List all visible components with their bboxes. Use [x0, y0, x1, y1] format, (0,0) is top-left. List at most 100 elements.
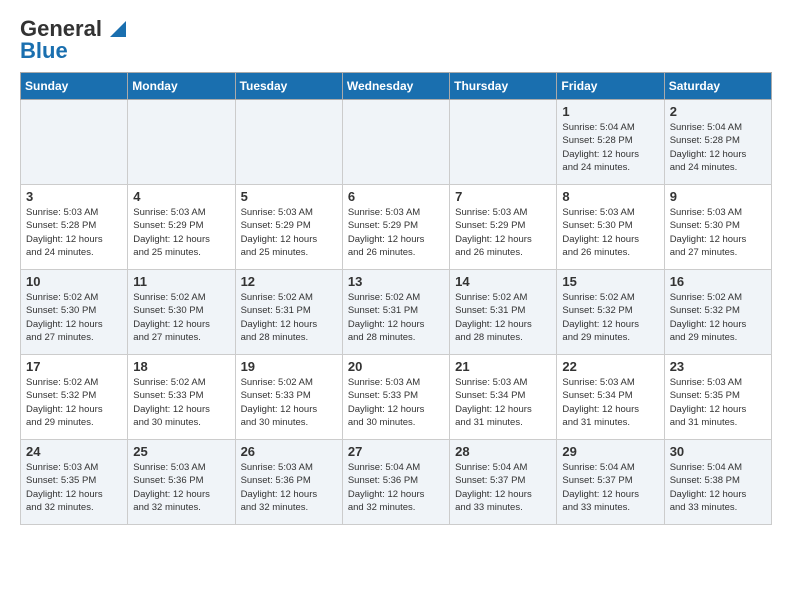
weekday-header-friday: Friday [557, 73, 664, 100]
calendar-cell: 23 Sunrise: 5:03 AMSunset: 5:35 PMDayligh… [664, 355, 771, 440]
day-info: Sunrise: 5:04 AMSunset: 5:28 PMDaylight:… [670, 121, 767, 174]
day-number: 12 [241, 274, 338, 289]
day-number: 24 [26, 444, 123, 459]
day-info: Sunrise: 5:02 AMSunset: 5:30 PMDaylight:… [26, 291, 123, 344]
day-number: 15 [562, 274, 659, 289]
calendar-cell: 12 Sunrise: 5:02 AMSunset: 5:31 PMDayligh… [235, 270, 342, 355]
calendar-cell: 5 Sunrise: 5:03 AMSunset: 5:29 PMDaylight… [235, 185, 342, 270]
weekday-header-tuesday: Tuesday [235, 73, 342, 100]
day-number: 28 [455, 444, 552, 459]
calendar-body: 1Sunrise: 5:04 AMSunset: 5:28 PMDaylight… [21, 100, 772, 525]
calendar-cell [450, 100, 557, 185]
calendar-week-row: 17 Sunrise: 5:02 AMSunset: 5:32 PMDayligh… [21, 355, 772, 440]
calendar-cell: 13 Sunrise: 5:02 AMSunset: 5:31 PMDayligh… [342, 270, 449, 355]
day-info: Sunrise: 5:02 AMSunset: 5:33 PMDaylight:… [241, 376, 338, 429]
day-info: Sunrise: 5:03 AMSunset: 5:35 PMDaylight:… [670, 376, 767, 429]
weekday-header-thursday: Thursday [450, 73, 557, 100]
calendar-cell: 10 Sunrise: 5:02 AMSunset: 5:30 PMDayligh… [21, 270, 128, 355]
day-number: 20 [348, 359, 445, 374]
day-info: Sunrise: 5:03 AMSunset: 5:30 PMDaylight:… [562, 206, 659, 259]
day-number: 18 [133, 359, 230, 374]
calendar-cell: 20 Sunrise: 5:03 AMSunset: 5:33 PMDayligh… [342, 355, 449, 440]
day-info: Sunrise: 5:02 AMSunset: 5:30 PMDaylight:… [133, 291, 230, 344]
day-number: 4 [133, 189, 230, 204]
weekday-header-wednesday: Wednesday [342, 73, 449, 100]
day-number: 27 [348, 444, 445, 459]
day-number: 29 [562, 444, 659, 459]
day-number: 17 [26, 359, 123, 374]
day-info: Sunrise: 5:02 AMSunset: 5:31 PMDaylight:… [241, 291, 338, 344]
calendar-cell: 26 Sunrise: 5:03 AMSunset: 5:36 PMDayligh… [235, 440, 342, 525]
day-number: 13 [348, 274, 445, 289]
calendar-cell: 16 Sunrise: 5:02 AMSunset: 5:32 PMDayligh… [664, 270, 771, 355]
calendar-cell: 27 Sunrise: 5:04 AMSunset: 5:36 PMDayligh… [342, 440, 449, 525]
calendar-cell: 15Sunrise: 5:02 AMSunset: 5:32 PMDayligh… [557, 270, 664, 355]
day-number: 23 [670, 359, 767, 374]
day-number: 22 [562, 359, 659, 374]
day-info: Sunrise: 5:04 AMSunset: 5:28 PMDaylight:… [562, 121, 659, 174]
calendar-cell: 8 Sunrise: 5:03 AMSunset: 5:30 PMDaylight… [557, 185, 664, 270]
calendar-cell: 29Sunrise: 5:04 AMSunset: 5:37 PMDayligh… [557, 440, 664, 525]
day-number: 16 [670, 274, 767, 289]
calendar-cell: 2 Sunrise: 5:04 AMSunset: 5:28 PMDaylight… [664, 100, 771, 185]
calendar-cell: 30 Sunrise: 5:04 AMSunset: 5:38 PMDayligh… [664, 440, 771, 525]
day-number: 21 [455, 359, 552, 374]
calendar-week-row: 1Sunrise: 5:04 AMSunset: 5:28 PMDaylight… [21, 100, 772, 185]
logo: General Blue [20, 16, 126, 64]
page: General Blue SundayMondayTuesdayWednesda… [0, 0, 792, 541]
calendar-cell: 28 Sunrise: 5:04 AMSunset: 5:37 PMDayligh… [450, 440, 557, 525]
day-number: 7 [455, 189, 552, 204]
day-info: Sunrise: 5:03 AMSunset: 5:29 PMDaylight:… [455, 206, 552, 259]
day-info: Sunrise: 5:03 AMSunset: 5:34 PMDaylight:… [455, 376, 552, 429]
calendar-cell: 6Sunrise: 5:03 AMSunset: 5:29 PMDaylight… [342, 185, 449, 270]
calendar-cell: 21 Sunrise: 5:03 AMSunset: 5:34 PMDayligh… [450, 355, 557, 440]
day-info: Sunrise: 5:04 AMSunset: 5:38 PMDaylight:… [670, 461, 767, 514]
weekday-header-monday: Monday [128, 73, 235, 100]
calendar-cell [128, 100, 235, 185]
day-number: 14 [455, 274, 552, 289]
calendar-cell [342, 100, 449, 185]
weekday-header-saturday: Saturday [664, 73, 771, 100]
calendar-cell: 11 Sunrise: 5:02 AMSunset: 5:30 PMDayligh… [128, 270, 235, 355]
day-number: 11 [133, 274, 230, 289]
day-info: Sunrise: 5:02 AMSunset: 5:32 PMDaylight:… [670, 291, 767, 344]
day-info: Sunrise: 5:03 AMSunset: 5:33 PMDaylight:… [348, 376, 445, 429]
day-number: 2 [670, 104, 767, 119]
day-info: Sunrise: 5:03 AMSunset: 5:36 PMDaylight:… [133, 461, 230, 514]
day-number: 3 [26, 189, 123, 204]
calendar-cell [235, 100, 342, 185]
day-info: Sunrise: 5:02 AMSunset: 5:31 PMDaylight:… [455, 291, 552, 344]
day-info: Sunrise: 5:03 AMSunset: 5:36 PMDaylight:… [241, 461, 338, 514]
day-number: 5 [241, 189, 338, 204]
calendar-cell: 14 Sunrise: 5:02 AMSunset: 5:31 PMDayligh… [450, 270, 557, 355]
weekday-header-sunday: Sunday [21, 73, 128, 100]
calendar-cell: 4 Sunrise: 5:03 AMSunset: 5:29 PMDaylight… [128, 185, 235, 270]
day-number: 10 [26, 274, 123, 289]
day-info: Sunrise: 5:02 AMSunset: 5:31 PMDaylight:… [348, 291, 445, 344]
calendar-cell: 9 Sunrise: 5:03 AMSunset: 5:30 PMDaylight… [664, 185, 771, 270]
calendar-cell: 7 Sunrise: 5:03 AMSunset: 5:29 PMDaylight… [450, 185, 557, 270]
calendar-week-row: 24 Sunrise: 5:03 AMSunset: 5:35 PMDayligh… [21, 440, 772, 525]
calendar-cell: 17 Sunrise: 5:02 AMSunset: 5:32 PMDayligh… [21, 355, 128, 440]
day-info: Sunrise: 5:03 AMSunset: 5:29 PMDaylight:… [348, 206, 445, 259]
day-info: Sunrise: 5:03 AMSunset: 5:30 PMDaylight:… [670, 206, 767, 259]
calendar-cell: 24 Sunrise: 5:03 AMSunset: 5:35 PMDayligh… [21, 440, 128, 525]
calendar-cell: 22 Sunrise: 5:03 AMSunset: 5:34 PMDayligh… [557, 355, 664, 440]
day-info: Sunrise: 5:02 AMSunset: 5:32 PMDaylight:… [26, 376, 123, 429]
day-number: 19 [241, 359, 338, 374]
day-info: Sunrise: 5:04 AMSunset: 5:37 PMDaylight:… [455, 461, 552, 514]
day-number: 30 [670, 444, 767, 459]
day-info: Sunrise: 5:03 AMSunset: 5:28 PMDaylight:… [26, 206, 123, 259]
day-info: Sunrise: 5:03 AMSunset: 5:34 PMDaylight:… [562, 376, 659, 429]
day-info: Sunrise: 5:03 AMSunset: 5:29 PMDaylight:… [241, 206, 338, 259]
day-info: Sunrise: 5:04 AMSunset: 5:36 PMDaylight:… [348, 461, 445, 514]
day-number: 8 [562, 189, 659, 204]
day-info: Sunrise: 5:03 AMSunset: 5:35 PMDaylight:… [26, 461, 123, 514]
logo-icon [104, 17, 126, 39]
day-number: 9 [670, 189, 767, 204]
day-number: 26 [241, 444, 338, 459]
day-info: Sunrise: 5:03 AMSunset: 5:29 PMDaylight:… [133, 206, 230, 259]
calendar-cell [21, 100, 128, 185]
calendar-table: SundayMondayTuesdayWednesdayThursdayFrid… [20, 72, 772, 525]
calendar-cell: 3 Sunrise: 5:03 AMSunset: 5:28 PMDaylight… [21, 185, 128, 270]
